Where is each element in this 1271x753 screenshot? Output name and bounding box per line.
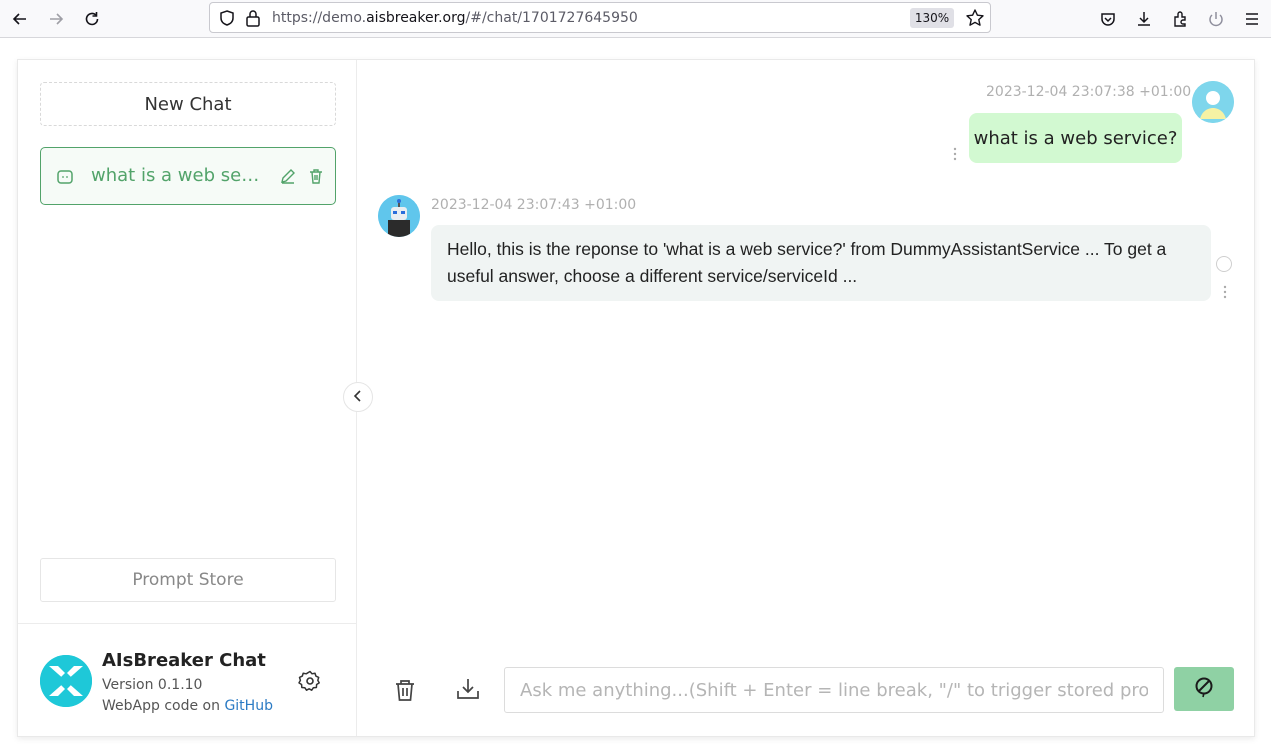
chat-input-row [358,660,1255,720]
app-name: AIsBreaker Chat [102,650,266,671]
back-icon[interactable] [8,7,32,31]
chat-item-title: what is a web service? [91,165,266,186]
lock-icon[interactable] [245,9,261,31]
trash-icon[interactable] [307,167,325,189]
user-message-bubble: what is a web service? [969,113,1182,163]
prompt-store-button[interactable]: Prompt Store [40,558,336,602]
assistant-message-more-icon[interactable] [1223,284,1227,300]
reload-icon[interactable] [80,7,104,31]
send-button[interactable] [1174,667,1234,711]
assistant-message-timestamp: 2023-12-04 23:07:43 +01:00 [431,197,637,213]
sidebar-footer: AIsBreaker Chat Version 0.1.10 WebApp co… [18,623,356,736]
shield-icon[interactable] [218,9,236,31]
edit-icon[interactable] [279,167,297,189]
assistant-message-bubble: Hello, this is the reponse to 'what is a… [431,225,1211,301]
url-domain: aisbreaker.org [366,10,466,26]
assistant-avatar [378,195,420,237]
chat-list-item[interactable]: what is a web service? [40,147,336,205]
extensions-icon[interactable] [1168,7,1192,31]
url-text[interactable]: https://demo.aisbreaker.org/#/chat/17017… [272,10,638,26]
chat-app: New Chat what is a web service? Prompt S… [17,59,1255,737]
loading-spinner-icon [1216,256,1232,272]
pocket-icon[interactable] [1096,7,1120,31]
forward-icon[interactable] [44,7,68,31]
power-icon[interactable] [1204,7,1228,31]
chat-message-input[interactable] [504,667,1164,713]
browser-toolbar: https://demo.aisbreaker.org/#/chat/17017… [0,0,1271,38]
new-chat-button[interactable]: New Chat [40,82,336,126]
sidebar: New Chat what is a web service? Prompt S… [18,60,357,736]
chat-bubble-icon [56,168,74,190]
app-version: Version 0.1.10 [102,677,203,693]
menu-icon[interactable] [1240,7,1264,31]
send-icon [1193,676,1215,702]
clear-chat-trash-icon[interactable] [392,677,418,703]
github-link[interactable]: GitHub [224,698,273,714]
url-prefix: https://demo. [272,10,367,26]
webapp-code-label: WebApp code on [102,698,220,714]
webapp-code-note: WebApp code on GitHub [102,698,273,714]
zoom-level[interactable]: 130% [910,8,954,28]
export-download-icon[interactable] [455,676,481,702]
user-avatar [1192,81,1234,123]
download-icon[interactable] [1132,7,1156,31]
url-suffix: /#/chat/1701727645950 [465,10,638,26]
bookmark-star-icon[interactable] [965,8,985,32]
chat-main: 2023-12-04 23:07:38 +01:00 what is a web… [358,60,1255,736]
user-message-timestamp: 2023-12-04 23:07:38 +01:00 [986,84,1192,100]
settings-gear-icon[interactable] [298,669,322,693]
url-bar[interactable]: https://demo.aisbreaker.org/#/chat/17017… [209,2,991,33]
app-logo [40,655,92,707]
user-message-more-icon[interactable] [953,146,957,162]
